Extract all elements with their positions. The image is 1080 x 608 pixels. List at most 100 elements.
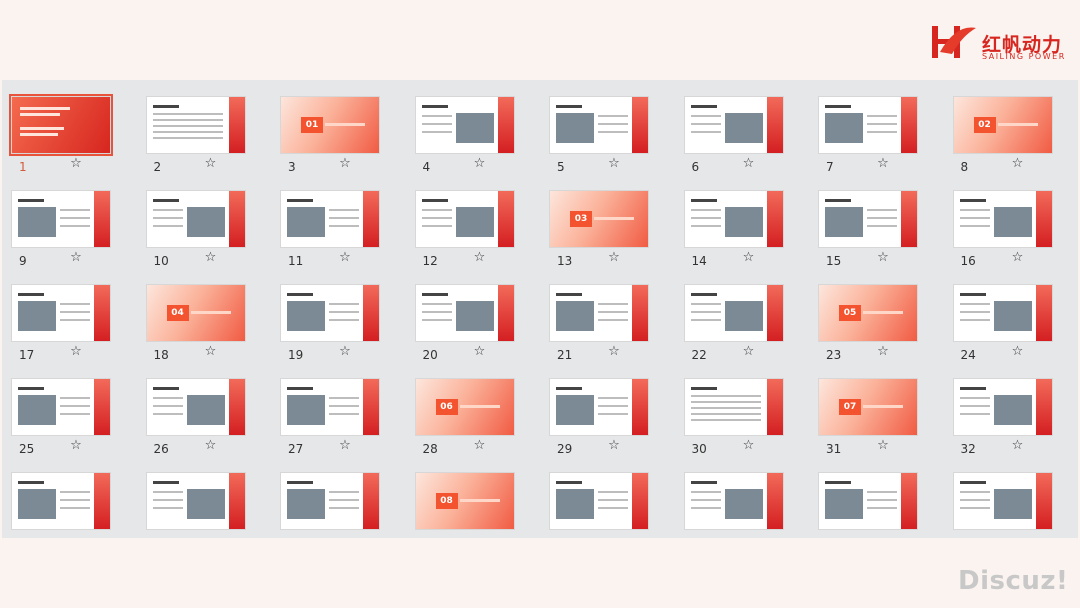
slide-thumbnail[interactable]: [414, 190, 515, 248]
slide-thumbnail[interactable]: [11, 190, 111, 248]
star-outline-icon[interactable]: ☆: [204, 439, 218, 453]
slide-thumbnail[interactable]: [952, 472, 1053, 530]
slide-thumbnail-cell[interactable]: 4 ☆: [414, 96, 515, 178]
star-outline-icon[interactable]: ☆: [742, 157, 756, 171]
star-outline-icon[interactable]: ☆: [876, 251, 890, 265]
star-outline-icon[interactable]: ☆: [69, 157, 83, 171]
star-outline-icon[interactable]: ☆: [473, 345, 487, 359]
slide-thumbnail[interactable]: [11, 472, 111, 530]
star-outline-icon[interactable]: ☆: [1011, 345, 1025, 359]
star-outline-icon[interactable]: ☆: [204, 157, 218, 171]
slide-thumbnail-cell[interactable]: 17 ☆: [11, 284, 111, 366]
star-outline-icon[interactable]: ☆: [876, 439, 890, 453]
star-outline-icon[interactable]: ☆: [69, 439, 83, 453]
slide-thumbnail-cell[interactable]: 32 ☆: [952, 378, 1053, 460]
star-outline-icon[interactable]: ☆: [473, 439, 487, 453]
star-outline-icon[interactable]: ☆: [607, 157, 621, 171]
slide-thumbnail[interactable]: [145, 472, 246, 530]
slide-thumbnail-cell[interactable]: 02 8 ☆: [952, 96, 1053, 178]
star-outline-icon[interactable]: ☆: [1011, 439, 1025, 453]
slide-thumbnail-cell[interactable]: 21 ☆: [549, 284, 649, 366]
slide-thumbnail-cell[interactable]: [280, 472, 380, 554]
star-outline-icon[interactable]: ☆: [473, 157, 487, 171]
slide-thumbnail[interactable]: [683, 96, 784, 154]
star-outline-icon[interactable]: ☆: [473, 251, 487, 265]
star-outline-icon[interactable]: ☆: [607, 439, 621, 453]
slide-thumbnail-cell[interactable]: 2 ☆: [145, 96, 246, 178]
slide-thumbnail-cell[interactable]: 16 ☆: [952, 190, 1053, 272]
slide-thumbnail[interactable]: [683, 378, 784, 436]
star-outline-icon[interactable]: ☆: [876, 157, 890, 171]
slide-thumbnail[interactable]: [145, 96, 246, 154]
slide-thumbnail[interactable]: 04: [145, 284, 246, 342]
slide-thumbnail[interactable]: [280, 190, 380, 248]
slide-thumbnail-cell[interactable]: 14 ☆: [683, 190, 784, 272]
slide-thumbnail[interactable]: [549, 378, 649, 436]
slide-thumbnail[interactable]: [145, 378, 246, 436]
slide-thumbnail-cell[interactable]: [549, 472, 649, 554]
slide-thumbnail[interactable]: [549, 472, 649, 530]
slide-thumbnail[interactable]: [818, 96, 918, 154]
slide-thumbnail-cell[interactable]: [818, 472, 918, 554]
slide-thumbnail-cell[interactable]: [145, 472, 246, 554]
slide-thumbnail[interactable]: [11, 284, 111, 342]
slide-thumbnail-cell[interactable]: 6 ☆: [683, 96, 784, 178]
slide-thumbnail[interactable]: [414, 96, 515, 154]
slide-thumbnail-cell[interactable]: 12 ☆: [414, 190, 515, 272]
star-outline-icon[interactable]: ☆: [742, 251, 756, 265]
slide-thumbnail-cell[interactable]: 01 3 ☆: [280, 96, 380, 178]
slide-thumbnail[interactable]: [952, 284, 1053, 342]
star-outline-icon[interactable]: ☆: [1011, 251, 1025, 265]
star-outline-icon[interactable]: ☆: [338, 345, 352, 359]
slide-thumbnail[interactable]: [818, 190, 918, 248]
star-outline-icon[interactable]: ☆: [876, 345, 890, 359]
star-outline-icon[interactable]: ☆: [204, 345, 218, 359]
slide-thumbnail-cell[interactable]: 29 ☆: [549, 378, 649, 460]
slide-thumbnail[interactable]: [683, 472, 784, 530]
slide-thumbnail-cell[interactable]: 1 ☆: [9, 94, 113, 178]
slide-thumbnail[interactable]: 05: [818, 284, 918, 342]
star-outline-icon[interactable]: ☆: [742, 439, 756, 453]
star-outline-icon[interactable]: ☆: [338, 251, 352, 265]
slide-thumbnail[interactable]: [549, 284, 649, 342]
slide-thumbnail[interactable]: 01: [280, 96, 380, 154]
slide-thumbnail[interactable]: [9, 94, 113, 156]
slide-thumbnail-cell[interactable]: 30 ☆: [683, 378, 784, 460]
slide-thumbnail[interactable]: 06: [414, 378, 515, 436]
slide-thumbnail-cell[interactable]: 5 ☆: [549, 96, 649, 178]
slide-thumbnail[interactable]: [818, 472, 918, 530]
slide-thumbnail[interactable]: [280, 284, 380, 342]
slide-thumbnail-cell[interactable]: 05 23 ☆: [818, 284, 918, 366]
slide-thumbnail[interactable]: [683, 284, 784, 342]
slide-thumbnail-cell[interactable]: 19 ☆: [280, 284, 380, 366]
slide-thumbnail[interactable]: 08: [414, 472, 515, 530]
slide-thumbnail-cell[interactable]: 20 ☆: [414, 284, 515, 366]
slide-thumbnail-cell[interactable]: 25 ☆: [11, 378, 111, 460]
slide-thumbnail-cell[interactable]: [11, 472, 111, 554]
slide-thumbnail-cell[interactable]: 03 13 ☆: [549, 190, 649, 272]
slide-thumbnail[interactable]: 07: [818, 378, 918, 436]
slide-thumbnail[interactable]: 03: [549, 190, 649, 248]
slide-thumbnail-cell[interactable]: [683, 472, 784, 554]
slide-thumbnail[interactable]: [549, 96, 649, 154]
slide-thumbnail-cell[interactable]: [952, 472, 1053, 554]
star-outline-icon[interactable]: ☆: [69, 345, 83, 359]
slide-thumbnail-cell[interactable]: 08: [414, 472, 515, 554]
slide-thumbnail[interactable]: [683, 190, 784, 248]
slide-thumbnail-cell[interactable]: 06 28 ☆: [414, 378, 515, 460]
slide-thumbnail[interactable]: [11, 378, 111, 436]
star-outline-icon[interactable]: ☆: [742, 345, 756, 359]
slide-thumbnail-cell[interactable]: 07 31 ☆: [818, 378, 918, 460]
slide-thumbnail-cell[interactable]: 9 ☆: [11, 190, 111, 272]
slide-thumbnail-cell[interactable]: 11 ☆: [280, 190, 380, 272]
slide-thumbnail-cell[interactable]: 7 ☆: [818, 96, 918, 178]
star-outline-icon[interactable]: ☆: [338, 439, 352, 453]
star-outline-icon[interactable]: ☆: [69, 251, 83, 265]
slide-thumbnail[interactable]: [952, 190, 1053, 248]
slide-thumbnail[interactable]: [414, 284, 515, 342]
star-outline-icon[interactable]: ☆: [204, 251, 218, 265]
slide-thumbnail-cell[interactable]: 04 18 ☆: [145, 284, 246, 366]
star-outline-icon[interactable]: ☆: [1011, 157, 1025, 171]
slide-thumbnail[interactable]: [280, 378, 380, 436]
star-outline-icon[interactable]: ☆: [607, 251, 621, 265]
